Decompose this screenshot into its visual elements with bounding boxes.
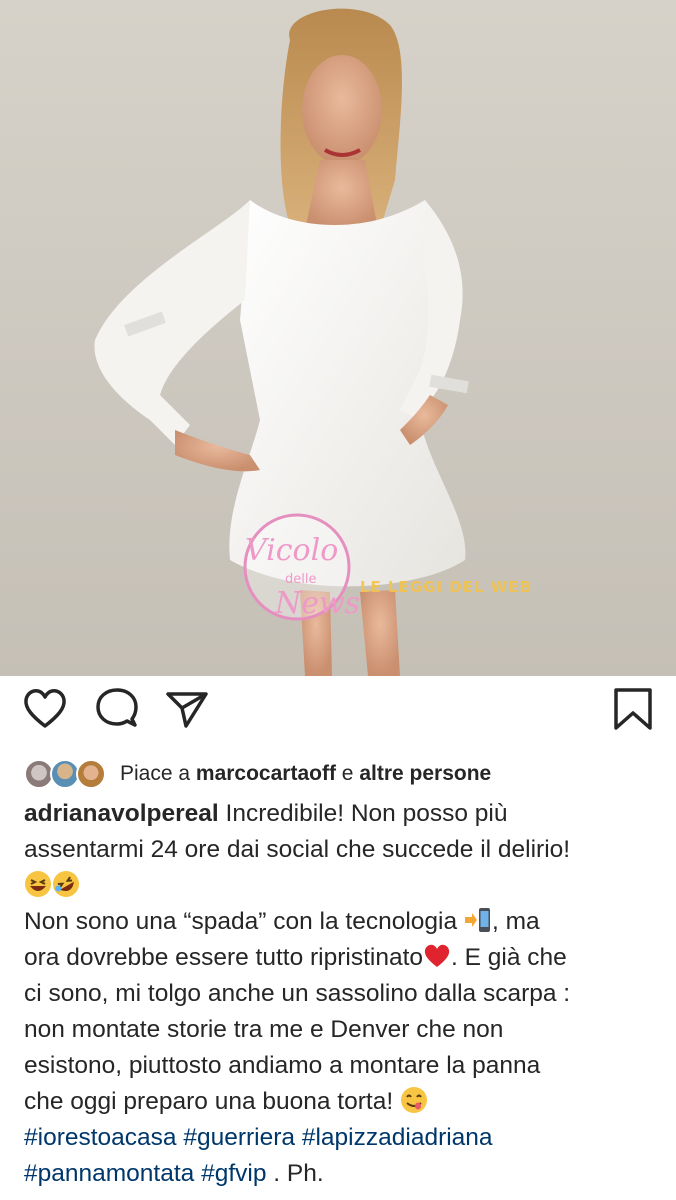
hashtag-link[interactable]: #gfvip [201, 1160, 266, 1187]
liker-username[interactable]: marcocartaoff [196, 762, 336, 786]
likes-joiner: e [341, 762, 354, 785]
post-caption: adrianavolpereal Incredibile! Non posso … [24, 796, 664, 1192]
mobile-phone-arrow-icon [464, 908, 490, 932]
caption-line: ci sono, mi tolgo anche un sassolino dal… [24, 980, 571, 1007]
caption-line: esistono, piuttosto andiamo a montare la… [24, 1052, 541, 1079]
caption-line: che oggi preparo una buona torta! [24, 1088, 394, 1115]
caption-tail: . Ph. [273, 1160, 324, 1187]
red-heart-icon [424, 944, 450, 967]
laughing-emoji-icon [25, 871, 51, 897]
hashtag-link[interactable]: #lapizzadiadriana [302, 1124, 493, 1151]
liker-avatars [22, 757, 108, 791]
hashtag-link[interactable]: #guerriera [183, 1124, 295, 1151]
rofl-emoji-icon [53, 871, 79, 897]
caption-line: , ma [491, 908, 540, 935]
post-actions [0, 686, 676, 746]
caption-line: Incredibile! Non posso più [225, 800, 508, 827]
caption-line: non montate storie tra me e Denver che n… [24, 1016, 504, 1043]
hashtag-link[interactable]: #pannamontata [24, 1160, 194, 1187]
caption-line: assentarmi 24 ore dai social che succede… [24, 836, 571, 863]
avatar [76, 759, 106, 789]
yum-emoji-icon [400, 1087, 427, 1113]
heart-icon[interactable] [22, 686, 68, 732]
likes-others[interactable]: altre persone [359, 762, 491, 786]
caption-line: ora dovrebbe essere tutto ripristinato [24, 944, 424, 971]
watermark-text-2: delle [285, 572, 316, 587]
caption-line: . E già che [451, 944, 567, 971]
post-image[interactable]: Vicolo delle News LE LEGGI DEL WEB [0, 0, 676, 676]
watermark-tagline: LE LEGGI DEL WEB [360, 578, 532, 596]
likes-summary[interactable]: Piace a marcocartaoff e altre persone [22, 756, 491, 792]
send-icon[interactable] [164, 686, 210, 732]
watermark-text-1: Vicolo [245, 533, 338, 568]
hashtag-link[interactable]: #iorestoacasa [24, 1124, 177, 1151]
watermark-logo: Vicolo delle News [243, 513, 360, 621]
watermark-text-3: News [274, 586, 360, 621]
caption-username[interactable]: adrianavolpereal [24, 800, 219, 827]
emoji-row [24, 868, 664, 904]
likes-prefix: Piace a [120, 762, 191, 785]
bookmark-icon[interactable] [610, 686, 656, 732]
caption-line: Non sono una “spada” con la tecnologia [24, 908, 458, 935]
comment-icon[interactable] [94, 686, 140, 732]
